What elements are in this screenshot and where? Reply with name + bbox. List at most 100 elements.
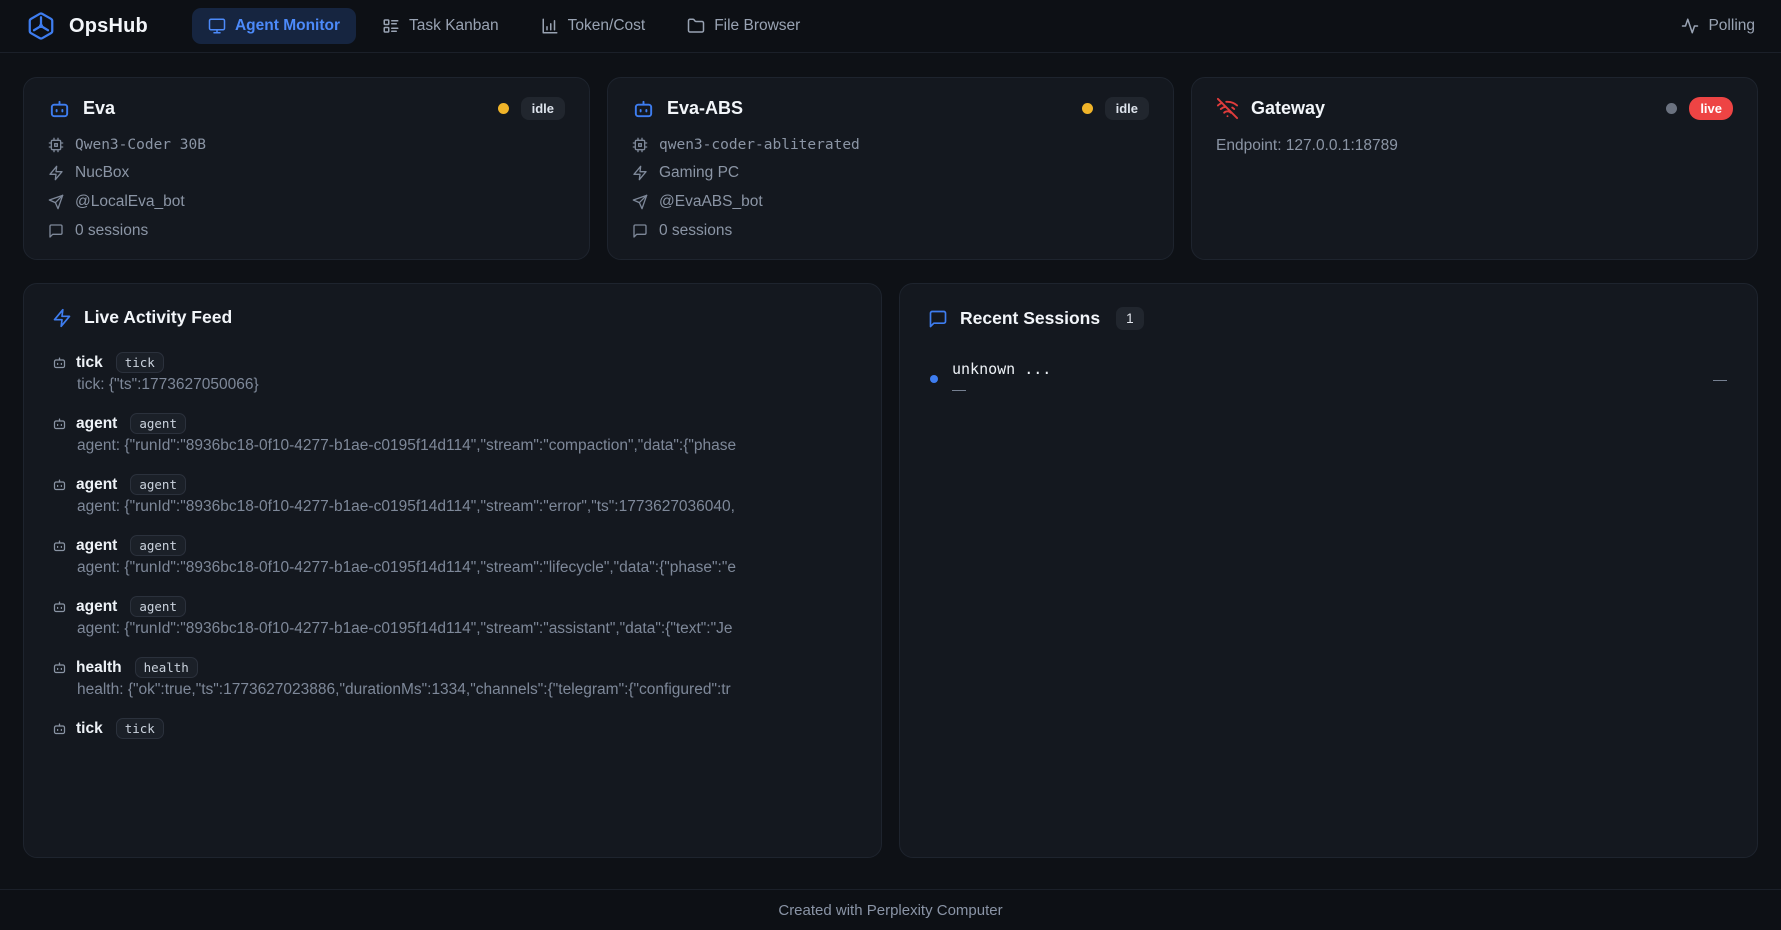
feed-event-type: agent xyxy=(76,598,117,616)
feed-event-badge: agent xyxy=(130,535,186,556)
sessions-count-badge: 1 xyxy=(1116,307,1144,330)
agent-handle-row: @LocalEva_bot xyxy=(48,193,565,211)
activity-pulse-icon xyxy=(1681,17,1699,35)
status-dot-idle xyxy=(1082,103,1093,114)
tab-token-cost[interactable]: Token/Cost xyxy=(525,8,662,44)
tab-task-kanban[interactable]: Task Kanban xyxy=(366,8,515,44)
agent-model-row: qwen3-coder-abliterated xyxy=(632,137,1149,153)
session-subtitle: — xyxy=(952,381,1051,397)
agent-handle: @LocalEva_bot xyxy=(75,193,185,211)
recent-sessions-panel: Recent Sessions 1 unknown ... — — xyxy=(899,283,1758,858)
status-dot-idle xyxy=(498,103,509,114)
folder-icon xyxy=(687,17,705,35)
gateway-endpoint: Endpoint: 127.0.0.1:18789 xyxy=(1216,137,1733,155)
session-meta: — xyxy=(1713,371,1727,387)
app-title: OpsHub xyxy=(69,15,148,38)
feed-item: agent agent agent: {"runId":"8936bc18-0f… xyxy=(52,596,853,638)
feed-event-type: tick xyxy=(76,354,103,372)
session-status-dot xyxy=(930,375,938,383)
live-activity-feed-panel: Live Activity Feed tick tick tick: {"ts"… xyxy=(23,283,882,858)
agent-model-row: Qwen3-Coder 30B xyxy=(48,137,565,153)
agent-name: Eva xyxy=(83,98,115,119)
agent-card-eva-abs: Eva-ABS idle qwen3-coder-abliterated xyxy=(607,77,1174,260)
bot-icon xyxy=(52,721,67,736)
tab-file-browser[interactable]: File Browser xyxy=(671,8,816,44)
feed-event-type: tick xyxy=(76,720,103,738)
feed-item: tick tick tick: {"ts":1773627050066} xyxy=(52,352,853,394)
agent-cards-row: Eva idle Qwen3-Coder 30B xyxy=(23,77,1758,260)
status-dot-live xyxy=(1666,103,1677,114)
zap-icon xyxy=(632,165,648,181)
agent-sessions: 0 sessions xyxy=(659,222,732,240)
feed-event-detail: agent: {"runId":"8936bc18-0f10-4277-b1ae… xyxy=(77,437,853,455)
session-row[interactable]: unknown ... — — xyxy=(928,354,1729,403)
agent-host: Gaming PC xyxy=(659,164,739,182)
kanban-icon xyxy=(382,17,400,35)
bot-icon xyxy=(48,97,71,120)
send-icon xyxy=(48,194,64,210)
polling-indicator[interactable]: Polling xyxy=(1681,17,1755,35)
session-title: unknown ... xyxy=(952,360,1051,378)
feed-event-badge: tick xyxy=(116,352,164,373)
feed-event-badge: agent xyxy=(130,596,186,617)
status-badge: idle xyxy=(1105,97,1149,120)
status-badge: live xyxy=(1689,97,1733,120)
agent-handle: @EvaABS_bot xyxy=(659,193,763,211)
agent-sessions-row: 0 sessions xyxy=(632,222,1149,240)
bot-icon xyxy=(52,416,67,431)
feed-event-detail: agent: {"runId":"8936bc18-0f10-4277-b1ae… xyxy=(77,559,853,577)
status-badge: idle xyxy=(521,97,565,120)
feed-event-badge: health xyxy=(135,657,198,678)
agent-model: qwen3-coder-abliterated xyxy=(659,137,860,153)
tab-label: Agent Monitor xyxy=(235,17,340,35)
zap-icon xyxy=(52,308,72,328)
polling-label: Polling xyxy=(1708,17,1755,35)
tab-label: File Browser xyxy=(714,17,800,35)
opshub-logo-icon xyxy=(26,11,56,41)
feed-event-badge: agent xyxy=(130,474,186,495)
tab-label: Token/Cost xyxy=(568,17,646,35)
bot-icon xyxy=(52,538,67,553)
agent-model: Qwen3-Coder 30B xyxy=(75,137,206,153)
main-content: Eva idle Qwen3-Coder 30B xyxy=(0,53,1781,889)
feed-event-type: agent xyxy=(76,476,117,494)
message-square-icon xyxy=(632,223,648,239)
gateway-name: Gateway xyxy=(1251,98,1325,119)
top-nav: OpsHub Agent Monitor Task Kanban xyxy=(0,0,1781,53)
agent-host-row: Gaming PC xyxy=(632,164,1149,182)
bot-icon xyxy=(632,97,655,120)
bot-icon xyxy=(52,660,67,675)
brand: OpsHub xyxy=(26,11,148,41)
bar-chart-icon xyxy=(541,17,559,35)
bot-icon xyxy=(52,355,67,370)
feed-item: agent agent agent: {"runId":"8936bc18-0f… xyxy=(52,474,853,516)
cpu-icon xyxy=(632,137,648,153)
agent-sessions-row: 0 sessions xyxy=(48,222,565,240)
message-square-icon xyxy=(48,223,64,239)
gateway-card: Gateway live Endpoint: 127.0.0.1:18789 xyxy=(1191,77,1758,260)
footer-text: Created with Perplexity Computer xyxy=(778,902,1002,919)
bot-icon xyxy=(52,599,67,614)
send-icon xyxy=(632,194,648,210)
agent-sessions: 0 sessions xyxy=(75,222,148,240)
panels-row: Live Activity Feed tick tick tick: {"ts"… xyxy=(23,283,1758,858)
feed-event-detail: tick: {"ts":1773627050066} xyxy=(77,376,853,394)
agent-host: NucBox xyxy=(75,164,129,182)
footer: Created with Perplexity Computer xyxy=(0,889,1781,930)
agent-card-eva: Eva idle Qwen3-Coder 30B xyxy=(23,77,590,260)
tab-agent-monitor[interactable]: Agent Monitor xyxy=(192,8,356,44)
feed-event-detail: agent: {"runId":"8936bc18-0f10-4277-b1ae… xyxy=(77,498,853,516)
bot-icon xyxy=(52,477,67,492)
feed-event-badge: agent xyxy=(130,413,186,434)
panel-title: Recent Sessions xyxy=(960,308,1100,329)
feed-event-detail: agent: {"runId":"8936bc18-0f10-4277-b1ae… xyxy=(77,620,853,638)
feed-item: health health health: {"ok":true,"ts":17… xyxy=(52,657,853,699)
tab-label: Task Kanban xyxy=(409,17,499,35)
feed-item: agent agent agent: {"runId":"8936bc18-0f… xyxy=(52,535,853,577)
panel-title: Live Activity Feed xyxy=(84,307,232,328)
feed-event-type: agent xyxy=(76,537,117,555)
nav-tabs: Agent Monitor Task Kanban Token/Cost xyxy=(192,8,816,44)
feed-event-type: health xyxy=(76,659,122,677)
monitor-icon xyxy=(208,17,226,35)
feed-item: agent agent agent: {"runId":"8936bc18-0f… xyxy=(52,413,853,455)
